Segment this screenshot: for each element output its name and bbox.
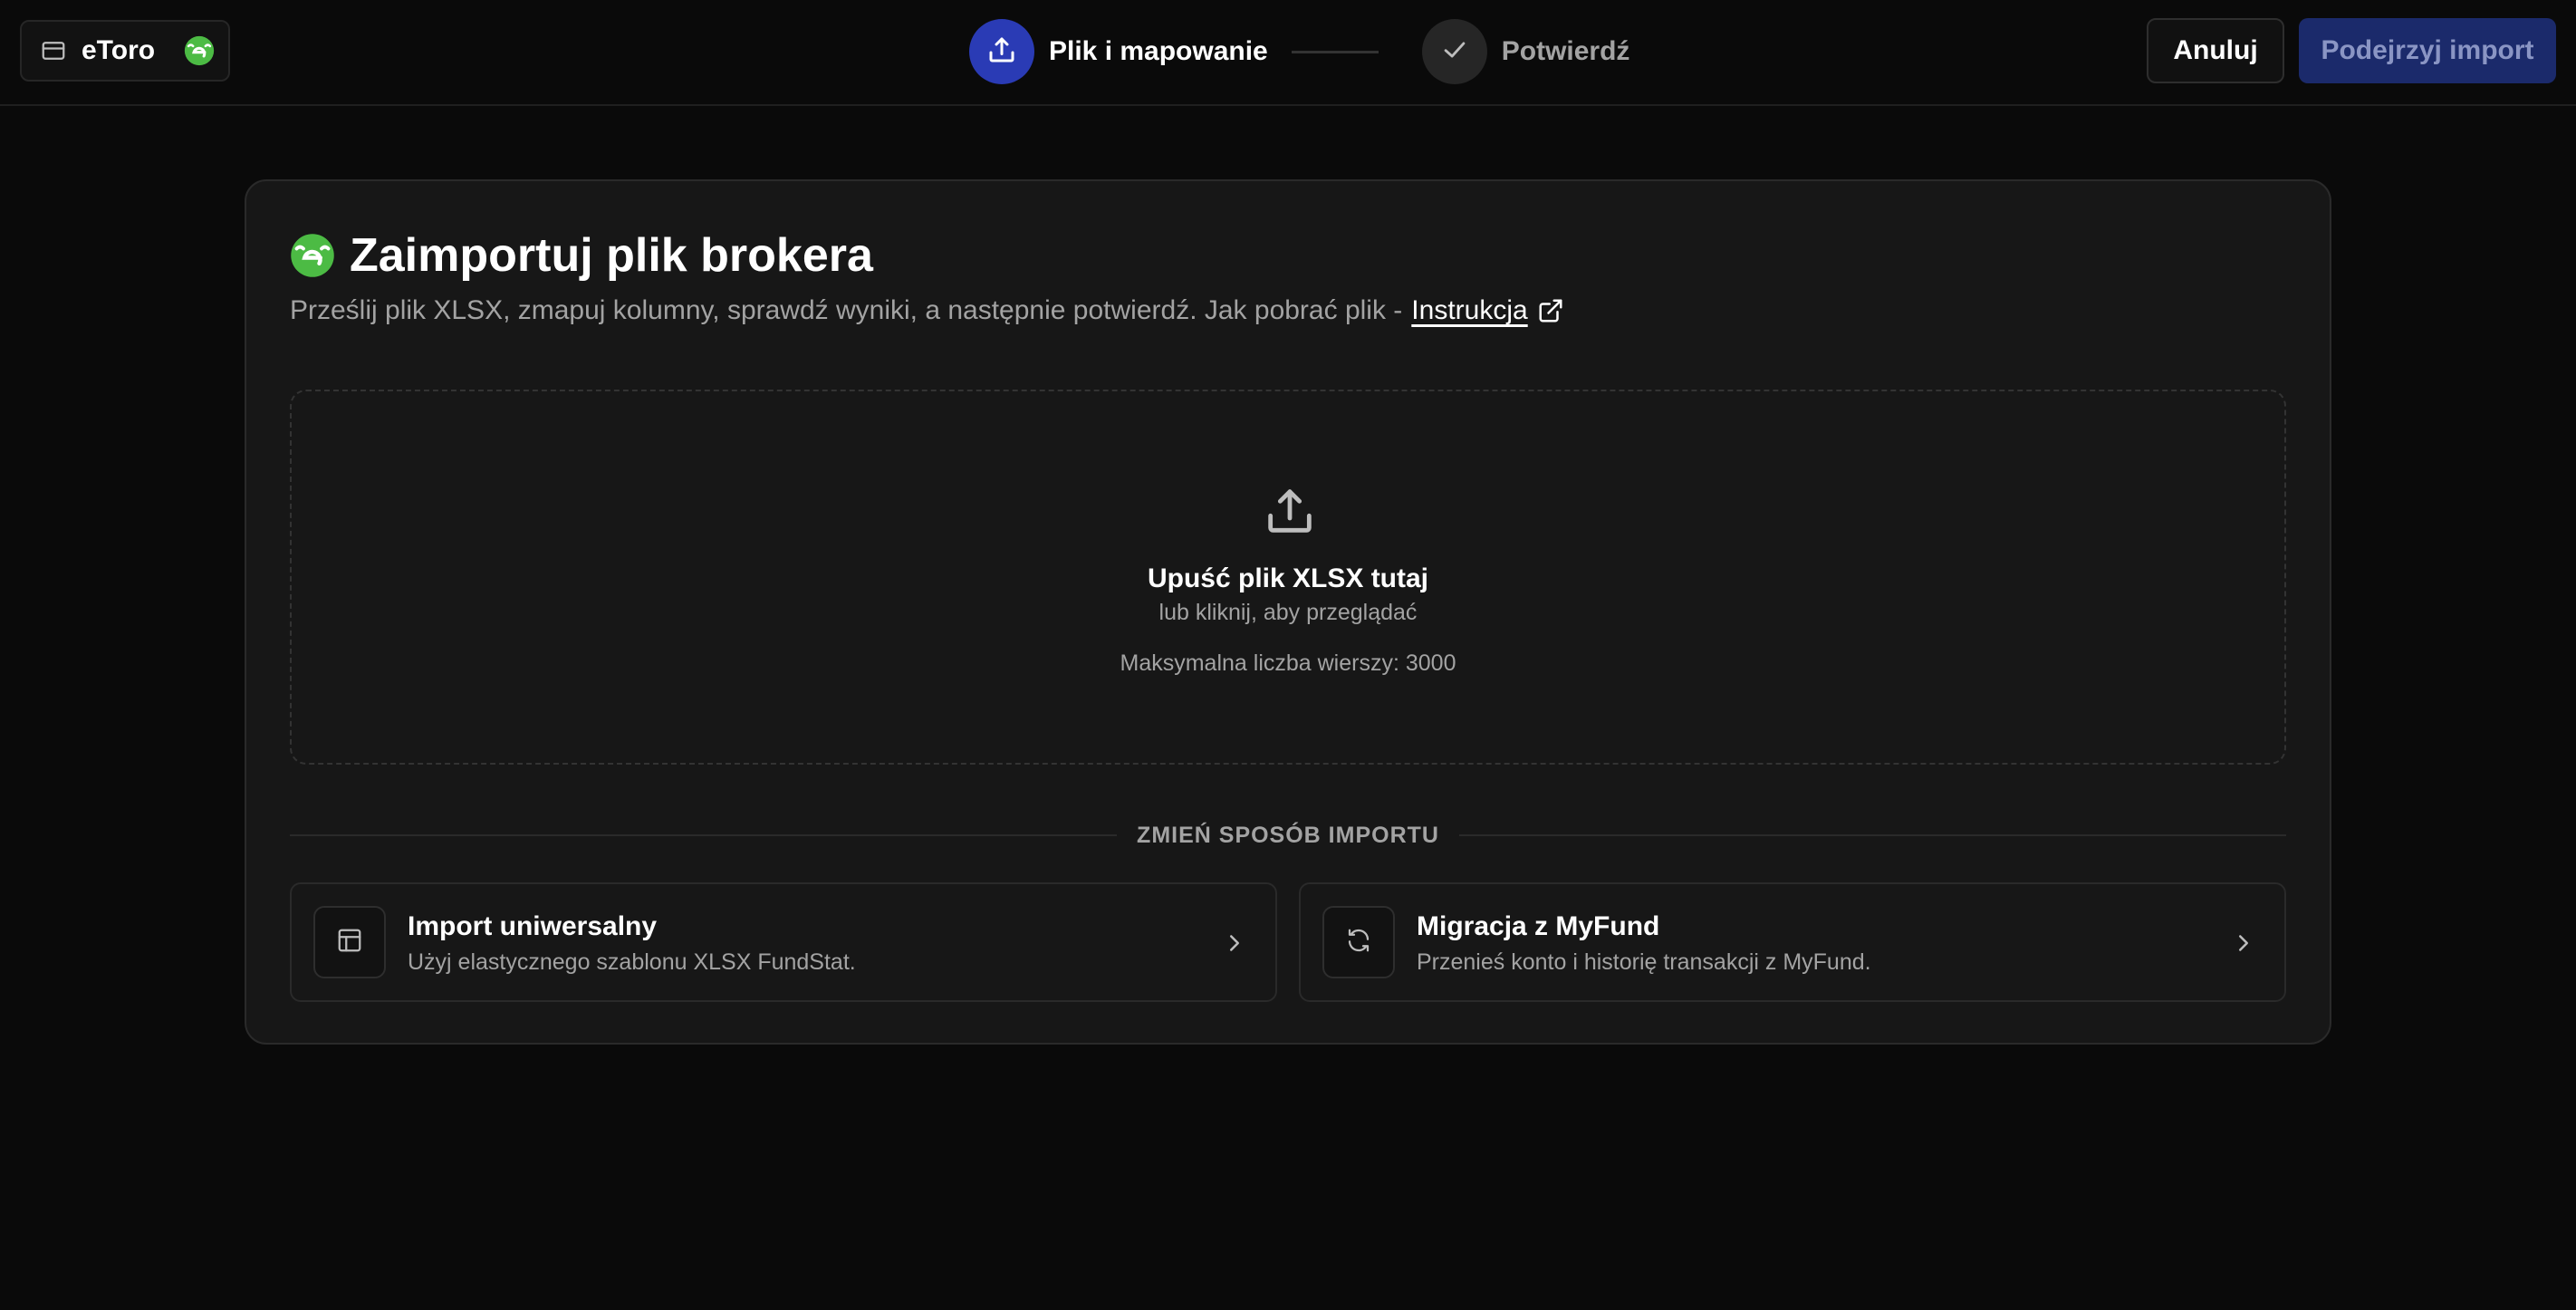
external-link-icon[interactable] [1537,297,1564,324]
step-1-label: Plik i mapowanie [1049,36,1268,66]
subtitle-text: Prześlij plik XLSX, zmapuj kolumny, spra… [290,295,1403,325]
instruction-link[interactable]: Instrukcja [1411,295,1527,326]
refresh-icon [1345,927,1372,958]
account-selector[interactable]: eToro [20,20,230,82]
import-stepper: Plik i mapowanie Potwierdź [969,18,1629,85]
divider-label: ZMIEŃ SPOSÓB IMPORTU [1137,822,1439,848]
step-1-indicator [969,19,1034,84]
option-icon-box [1322,906,1395,978]
preview-import-button[interactable]: Podejrzyj import [2299,18,2556,83]
divider-line [1458,834,2286,836]
page-title: Zaimportuj plik brokera [350,229,873,282]
file-dropzone[interactable]: Upuść plik XLSX tutaj lub kliknij, aby p… [290,390,2286,765]
option-title: Migracja z MyFund [1417,911,1660,941]
option-description: Użyj elastycznego szablonu XLSX FundStat… [408,949,856,975]
divider-line [290,834,1118,836]
dropzone-subtitle: lub kliknij, aby przeglądać [1158,600,1418,625]
upload-icon [1261,482,1319,540]
option-icon-box [313,906,386,978]
import-method-divider: ZMIEŃ SPOSÓB IMPORTU [290,821,2286,850]
chevron-right-icon [2230,930,2257,957]
top-bar: eToro Plik i mapowanie Potwierdź Anuluj … [0,0,2576,106]
account-label: eToro [82,35,156,65]
dropzone-title: Upuść plik XLSX tutaj [1147,563,1429,593]
dropzone-row-limit: Maksymalna liczba wierszy: 3000 [1120,650,1456,676]
universal-import-option[interactable]: Import uniwersalny Użyj elastycznego sza… [290,882,1277,1002]
cancel-button[interactable]: Anuluj [2147,18,2284,83]
step-connector [1291,50,1379,53]
upload-icon [985,34,1018,71]
etoro-logo-icon [184,35,215,66]
step-2-indicator [1421,19,1487,84]
chevron-right-icon [1221,930,1248,957]
import-card: Zaimportuj plik brokera Prześlij plik XL… [245,179,2331,1045]
option-title: Import uniwersalny [408,911,658,941]
page-subtitle: Prześlij plik XLSX, zmapuj kolumny, spra… [290,295,1564,326]
title-row: Zaimportuj plik brokera [290,228,873,283]
etoro-logo-icon [290,233,335,278]
check-icon [1439,34,1470,70]
wallet-icon [40,37,67,64]
option-description: Przenieś konto i historię transakcji z M… [1417,949,1871,975]
myfund-migration-option[interactable]: Migracja z MyFund Przenieś konto i histo… [1299,882,2286,1002]
table-icon [336,927,363,958]
step-2-label: Potwierdź [1501,36,1630,66]
